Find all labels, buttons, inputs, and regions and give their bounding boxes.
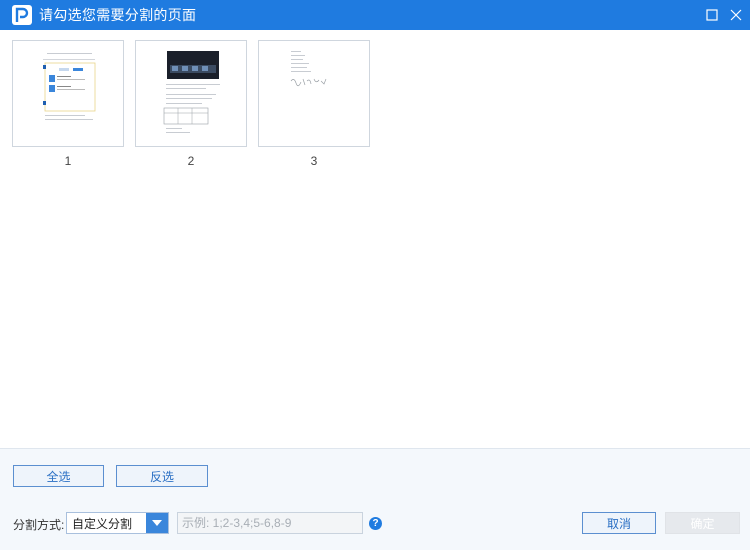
split-mode-value: 自定义分割 <box>72 516 133 531</box>
page-3-preview <box>290 51 327 87</box>
page-card: 1 <box>12 40 124 168</box>
close-button[interactable] <box>726 5 746 25</box>
help-icon[interactable]: ? <box>369 517 382 530</box>
close-icon <box>730 9 742 21</box>
page-thumbnail-1[interactable] <box>12 40 124 147</box>
page-thumbnails-area: 1 2 3 <box>0 30 750 448</box>
app-logo-icon <box>12 5 32 25</box>
split-mode-select[interactable]: 自定义分割 <box>66 512 169 534</box>
title-bar: 请勾选您需要分割的页面 <box>0 0 750 30</box>
maximize-icon <box>706 9 718 21</box>
page-range-input[interactable] <box>177 512 363 534</box>
split-mode-label: 分割方式: <box>13 518 65 532</box>
select-all-button[interactable]: 全选 <box>13 465 104 487</box>
page-card: 2 <box>135 40 247 168</box>
page-card: 3 <box>258 40 370 168</box>
maximize-button[interactable] <box>702 5 722 25</box>
bottom-panel: 全选 反选 分割方式: 自定义分割 ? 取消 确定 <box>0 448 750 550</box>
page-thumbnail-2[interactable] <box>135 40 247 147</box>
page-number: 3 <box>310 154 318 168</box>
ok-button[interactable]: 确定 <box>665 512 740 534</box>
page-1-preview <box>43 53 96 120</box>
window-title: 请勾选您需要分割的页面 <box>39 7 197 23</box>
page-2-preview <box>163 51 220 133</box>
page-number: 1 <box>64 154 72 168</box>
page-number: 2 <box>187 154 195 168</box>
chevron-down-icon <box>146 513 168 533</box>
page-thumbnail-3[interactable] <box>258 40 370 147</box>
cancel-button[interactable]: 取消 <box>582 512 656 534</box>
invert-selection-button[interactable]: 反选 <box>116 465 208 487</box>
